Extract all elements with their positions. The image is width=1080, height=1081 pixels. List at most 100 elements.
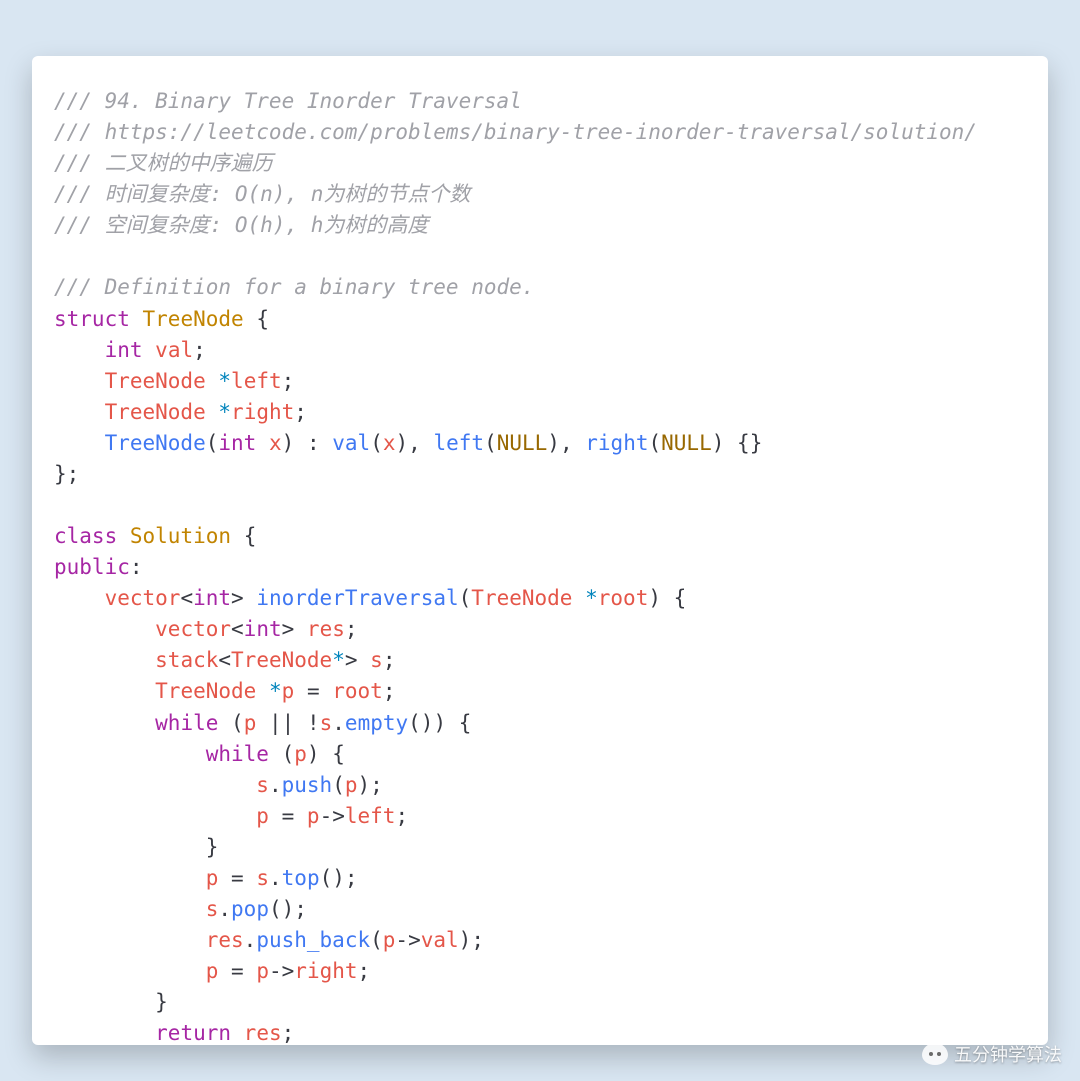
type-vector: vector bbox=[105, 586, 181, 610]
punct: ; bbox=[345, 617, 358, 641]
ident: p bbox=[244, 711, 257, 735]
ident: left bbox=[345, 804, 396, 828]
punct: < bbox=[180, 586, 193, 610]
type-treenode: TreeNode bbox=[105, 369, 206, 393]
punct-star: * bbox=[218, 369, 231, 393]
ident: right bbox=[231, 400, 294, 424]
comment-line: /// 二叉树的中序遍历 bbox=[54, 151, 273, 175]
punct: = bbox=[231, 866, 244, 890]
punct: < bbox=[231, 617, 244, 641]
comment-line: /// https://leetcode.com/problems/binary… bbox=[54, 120, 977, 144]
punct: { bbox=[737, 431, 750, 455]
func: top bbox=[282, 866, 320, 890]
ident: p bbox=[206, 959, 219, 983]
punct: ( bbox=[370, 431, 383, 455]
punct: : bbox=[130, 555, 143, 579]
kw-class: class bbox=[54, 524, 117, 548]
ident: x bbox=[383, 431, 396, 455]
kw-int: int bbox=[193, 586, 231, 610]
punct: ) bbox=[332, 866, 345, 890]
punct: { bbox=[244, 524, 257, 548]
punct: , bbox=[560, 431, 573, 455]
func: push_back bbox=[256, 928, 370, 952]
ident: p bbox=[256, 804, 269, 828]
punct: > bbox=[345, 648, 358, 672]
kw-int: int bbox=[105, 338, 143, 362]
punct: ( bbox=[206, 431, 219, 455]
punct-star: * bbox=[332, 648, 345, 672]
punct: ) bbox=[396, 431, 409, 455]
ident: right bbox=[294, 959, 357, 983]
kw-int: int bbox=[244, 617, 282, 641]
punct: ; bbox=[193, 338, 206, 362]
func: val bbox=[332, 431, 370, 455]
ident: res bbox=[244, 1021, 282, 1045]
ident: p bbox=[206, 866, 219, 890]
punct: ; bbox=[395, 804, 408, 828]
ident: root bbox=[598, 586, 649, 610]
punct: } bbox=[54, 462, 67, 486]
kw-int: int bbox=[218, 431, 256, 455]
punct: ( bbox=[370, 928, 383, 952]
punct: . bbox=[269, 866, 282, 890]
punct: ; bbox=[358, 959, 371, 983]
kw-while: while bbox=[155, 711, 218, 735]
punct: = bbox=[282, 804, 295, 828]
code-block: /// 94. Binary Tree Inorder Traversal //… bbox=[54, 86, 1026, 1045]
punct: ) bbox=[547, 431, 560, 455]
type-treenode: TreeNode bbox=[471, 586, 572, 610]
punct: { bbox=[256, 307, 269, 331]
punct: ( bbox=[332, 773, 345, 797]
punct: ) bbox=[433, 711, 446, 735]
punct: ; bbox=[294, 400, 307, 424]
ident: val bbox=[421, 928, 459, 952]
comment-line: /// 94. Binary Tree Inorder Traversal bbox=[54, 89, 522, 113]
ident: p bbox=[307, 804, 320, 828]
literal-null: NULL bbox=[661, 431, 712, 455]
type-treenode: TreeNode bbox=[143, 307, 244, 331]
punct: . bbox=[332, 711, 345, 735]
kw-struct: struct bbox=[54, 307, 130, 331]
punct: -> bbox=[320, 804, 345, 828]
ident: s bbox=[370, 648, 383, 672]
watermark: 五分钟学算法 bbox=[922, 1041, 1062, 1067]
punct: ; bbox=[345, 866, 358, 890]
ident: res bbox=[307, 617, 345, 641]
punct: { bbox=[332, 742, 345, 766]
punct: : bbox=[307, 431, 320, 455]
func: push bbox=[282, 773, 333, 797]
kw-return: return bbox=[155, 1021, 231, 1045]
ident: res bbox=[206, 928, 244, 952]
punct: { bbox=[674, 586, 687, 610]
kw-public: public bbox=[54, 555, 130, 579]
punct: < bbox=[218, 648, 231, 672]
punct: ; bbox=[370, 773, 383, 797]
type-treenode: TreeNode bbox=[105, 400, 206, 424]
ident: x bbox=[269, 431, 282, 455]
comment-line: /// Definition for a binary tree node. bbox=[54, 275, 534, 299]
type-treenode: TreeNode bbox=[155, 679, 256, 703]
func: right bbox=[585, 431, 648, 455]
punct: ) bbox=[282, 431, 295, 455]
code-card: /// 94. Binary Tree Inorder Traversal //… bbox=[32, 56, 1048, 1045]
punct: ; bbox=[383, 648, 396, 672]
punct: ( bbox=[282, 742, 295, 766]
punct: ( bbox=[269, 897, 282, 921]
punct: } bbox=[750, 431, 763, 455]
punct: } bbox=[155, 990, 168, 1014]
punct: ) bbox=[307, 742, 320, 766]
ident: val bbox=[155, 338, 193, 362]
comment-line: /// 空间复杂度: O(h), h为树的高度 bbox=[54, 213, 428, 237]
type-stack: stack bbox=[155, 648, 218, 672]
func: empty bbox=[345, 711, 408, 735]
punct: ; bbox=[294, 897, 307, 921]
punct: = bbox=[231, 959, 244, 983]
func: pop bbox=[231, 897, 269, 921]
ident: s bbox=[320, 711, 333, 735]
ident: root bbox=[332, 679, 383, 703]
punct: ; bbox=[383, 679, 396, 703]
comment-line: /// 时间复杂度: O(n), n为树的节点个数 bbox=[54, 182, 470, 206]
punct: ( bbox=[231, 711, 244, 735]
literal-null: NULL bbox=[497, 431, 548, 455]
punct: ; bbox=[282, 1021, 295, 1045]
